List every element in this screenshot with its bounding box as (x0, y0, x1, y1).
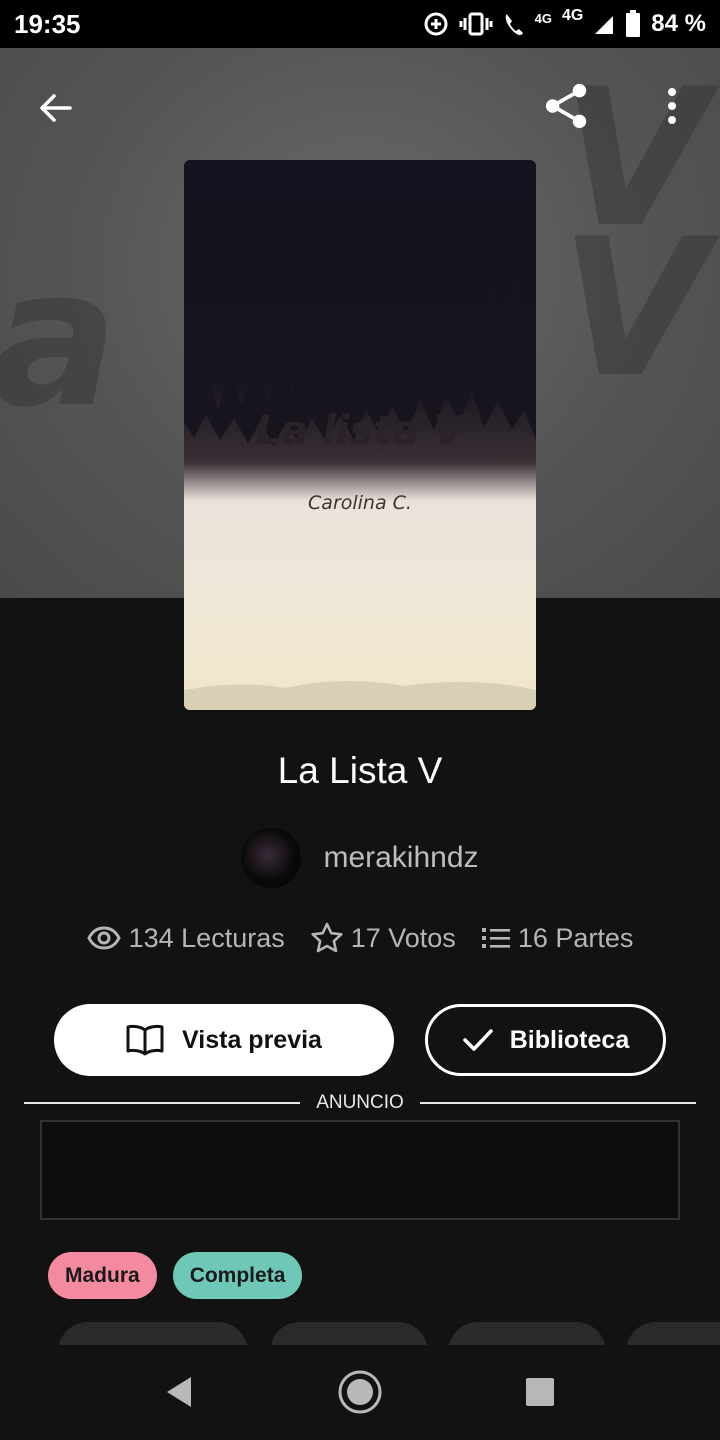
network-small-label: 4G (534, 10, 552, 26)
status-bar: 19:35 4G 4G 84 % (0, 0, 720, 48)
status-time: 19:35 (14, 8, 81, 39)
call-icon (505, 14, 523, 35)
topic-pill[interactable] (270, 1322, 428, 1346)
arrow-left-icon (40, 94, 72, 122)
network-label: 4G (561, 7, 584, 24)
more-vertical-icon (668, 88, 676, 124)
circle-home-icon (338, 1370, 382, 1414)
vibrate-icon (459, 12, 493, 36)
topic-pills (0, 1322, 720, 1346)
author-name[interactable]: merakihndz (323, 841, 478, 875)
preview-button-label: Vista previa (182, 1025, 322, 1054)
ad-slot[interactable] (40, 1120, 680, 1220)
battery-level: 84 % (651, 10, 706, 37)
battery-icon (626, 10, 641, 37)
signal-icon (595, 16, 614, 34)
book-title: La Lista V (277, 750, 443, 791)
cover-title: La lista V (255, 408, 465, 454)
votes-stat: 17 Votos (311, 922, 456, 954)
preview-button[interactable]: Vista previa (54, 1004, 394, 1076)
eye-icon (86, 926, 121, 950)
hero-ghost-text: a (0, 228, 119, 449)
status-icons: 4G 4G 84 % (423, 7, 706, 38)
votes-count: 17 Votos (350, 922, 456, 953)
triangle-back-icon (167, 1377, 191, 1407)
reads-stat: 134 Lecturas (86, 922, 285, 954)
tag-mature[interactable]: Madura (48, 1252, 157, 1299)
library-button[interactable]: Biblioteca (425, 1004, 666, 1076)
list-icon (481, 928, 510, 948)
star-icon (311, 922, 343, 953)
parts-stat: 16 Partes (481, 922, 634, 954)
book-cover[interactable]: La lista V Carolina C. (184, 160, 536, 710)
data-saver-icon (424, 12, 448, 36)
reads-count: 134 Lecturas (128, 922, 285, 953)
ad-divider: ANUNCIO (24, 1090, 696, 1116)
topic-pill[interactable] (58, 1322, 248, 1346)
tags-row: Madura Completa (48, 1252, 303, 1299)
book-open-icon (126, 1024, 164, 1056)
ad-label: ANUNCIO (316, 1092, 404, 1113)
topic-pill[interactable] (448, 1322, 606, 1346)
square-recents-icon (526, 1378, 554, 1406)
nav-back-button[interactable] (154, 1367, 204, 1417)
check-icon (463, 1029, 493, 1051)
nav-home-button[interactable] (335, 1367, 385, 1417)
library-button-label: Biblioteca (509, 1025, 630, 1054)
nav-recents-button[interactable] (515, 1367, 565, 1417)
cover-author: Carolina C. (308, 492, 412, 514)
ad-divider-line (419, 1102, 696, 1104)
avatar[interactable] (241, 828, 302, 888)
topic-pill[interactable] (626, 1322, 720, 1346)
share-button[interactable] (543, 78, 591, 134)
back-button[interactable] (32, 80, 80, 136)
stats-row: 134 Lecturas 17 Votos 16 Partes (0, 922, 720, 954)
author-row[interactable]: merakihndz (0, 828, 720, 888)
parts-count: 16 Partes (517, 922, 634, 953)
tag-complete[interactable]: Completa (172, 1252, 303, 1299)
ad-divider-line (24, 1102, 301, 1104)
more-options-button[interactable] (648, 78, 696, 134)
system-nav-bar (0, 1345, 720, 1440)
share-icon (545, 83, 587, 129)
